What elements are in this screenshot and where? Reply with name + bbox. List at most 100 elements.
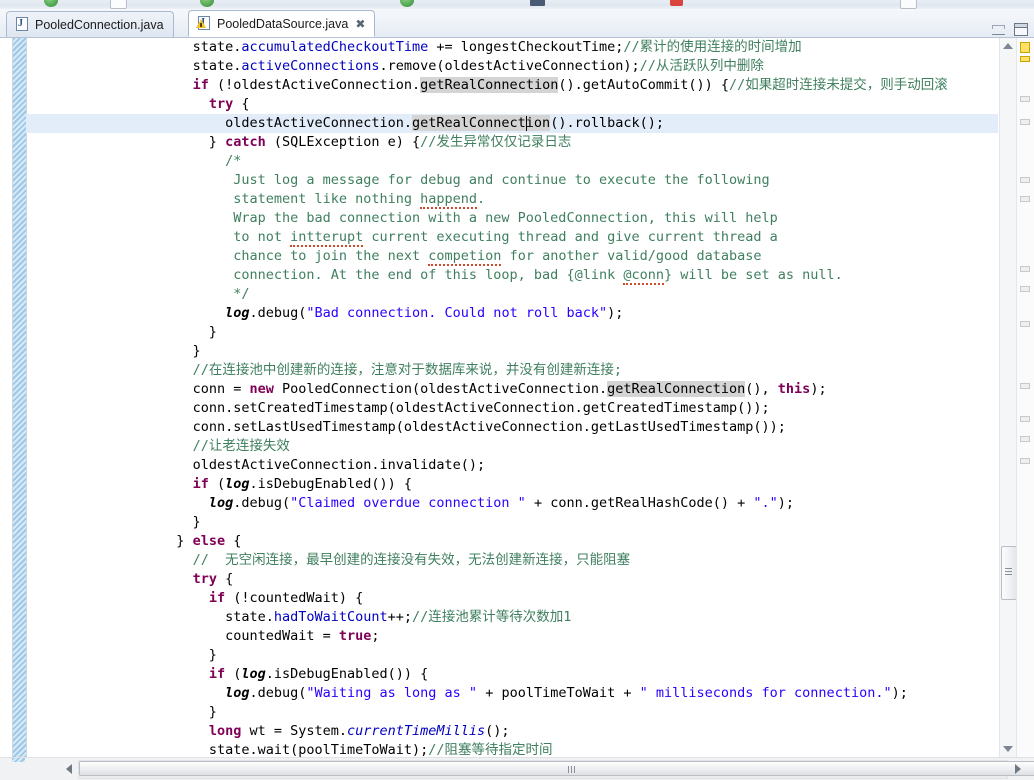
scroll-right-icon[interactable] bbox=[1015, 764, 1021, 774]
code-line[interactable]: 439 oldestActiveConnection.getRealConnec… bbox=[26, 114, 998, 133]
code-line[interactable]: 451 } bbox=[26, 342, 998, 361]
editor-gutter[interactable] bbox=[0, 38, 12, 758]
debug-icon[interactable] bbox=[200, 0, 214, 7]
run-icon[interactable] bbox=[44, 0, 58, 7]
code-line[interactable]: 462 // 无空闲连接，最早创建的连接没有失效，无法创建新连接，只能阻塞 bbox=[26, 551, 998, 570]
occurrence-marker[interactable] bbox=[1020, 177, 1030, 183]
perspective-icon[interactable] bbox=[530, 0, 545, 6]
code-line[interactable]: 445 to not intterupt current executing t… bbox=[26, 228, 998, 247]
code-line[interactable]: 455 conn.setLastUsedTimestamp(oldestActi… bbox=[26, 418, 998, 437]
overview-ruler[interactable] bbox=[1016, 38, 1034, 758]
code-line[interactable]: 459 log.debug("Claimed overdue connectio… bbox=[26, 494, 998, 513]
code-line[interactable]: 468 if (log.isDebugEnabled()) { bbox=[26, 665, 998, 684]
vertical-scrollbar[interactable] bbox=[999, 38, 1017, 758]
scroll-up-icon[interactable] bbox=[1003, 43, 1013, 49]
occurrence-marker[interactable] bbox=[1020, 119, 1030, 125]
code-token: } will be set as null. bbox=[663, 267, 843, 283]
occurrence-marker[interactable] bbox=[1020, 266, 1030, 272]
code-line[interactable]: 466 countedWait = true; bbox=[26, 627, 998, 646]
warning-marker[interactable] bbox=[1020, 42, 1030, 53]
tab-pooled-data-source[interactable]: J PooledDataSource.java ✖ bbox=[188, 10, 376, 37]
line-content: } catch (SQLException e) {//发生异常仅仅记录日志 bbox=[26, 133, 572, 152]
code-token: if bbox=[208, 666, 226, 682]
code-line[interactable]: 446 chance to join the next competion fo… bbox=[26, 247, 998, 266]
toolbar-strip bbox=[0, 0, 1034, 9]
occurrence-marker[interactable] bbox=[1020, 436, 1030, 442]
code-line[interactable]: 471 long wt = System.currentTimeMillis()… bbox=[26, 722, 998, 741]
minimize-icon[interactable] bbox=[992, 24, 1005, 35]
vertical-scroll-thumb[interactable] bbox=[1001, 546, 1017, 600]
code-token: { bbox=[233, 96, 250, 112]
occurrence-marker[interactable] bbox=[1020, 416, 1030, 422]
tab-pooled-connection[interactable]: J PooledConnection.java bbox=[6, 11, 174, 37]
code-line[interactable]: 450 } bbox=[26, 323, 998, 342]
code-line[interactable]: 438 try { bbox=[26, 95, 998, 114]
code-line[interactable]: 435 state.accumulatedCheckoutTime += lon… bbox=[26, 38, 998, 57]
code-line[interactable]: 440 } catch (SQLException e) {//发生异常仅仅记录… bbox=[26, 133, 998, 152]
terminate-icon[interactable] bbox=[670, 0, 683, 6]
horizontal-scroll-thumb[interactable] bbox=[79, 761, 1034, 776]
code-line[interactable]: 449 log.debug("Bad connection. Could not… bbox=[26, 304, 998, 323]
scroll-down-icon[interactable] bbox=[1003, 746, 1013, 752]
scroll-left-icon[interactable] bbox=[66, 764, 72, 774]
line-content: } bbox=[26, 513, 201, 532]
code-line[interactable]: 472 state.wait(poolTimeToWait);//阻塞等待指定时… bbox=[26, 741, 998, 758]
code-line[interactable]: 463 try { bbox=[26, 570, 998, 589]
code-line[interactable]: 467 } bbox=[26, 646, 998, 665]
code-token: conn.setCreatedTimestamp(oldestActiveCon… bbox=[192, 400, 770, 416]
line-content: /* bbox=[26, 152, 241, 171]
occurrence-marker[interactable] bbox=[1020, 286, 1030, 292]
warning-marker[interactable] bbox=[1020, 56, 1030, 62]
code-token: poolTimeToWait bbox=[298, 742, 413, 758]
code-line[interactable]: 464 if (!countedWait) { bbox=[26, 589, 998, 608]
code-line[interactable]: 453 conn = new PooledConnection(oldestAc… bbox=[26, 380, 998, 399]
external-tools-icon[interactable] bbox=[900, 0, 917, 9]
code-line[interactable]: 444 Wrap the bad connection with a new P… bbox=[26, 209, 998, 228]
code-token: + conn.getRealHashCode() + bbox=[525, 495, 754, 511]
java-file-warning-icon: J bbox=[196, 16, 211, 31]
code-line[interactable]: 448 */ bbox=[26, 285, 998, 304]
code-token: ; bbox=[371, 628, 380, 644]
code-line[interactable]: 447 connection. At the end of this loop,… bbox=[26, 266, 998, 285]
code-line[interactable]: 437 if (!oldestActiveConnection.getRealC… bbox=[26, 76, 998, 95]
code-token: log bbox=[241, 666, 266, 682]
code-line[interactable]: 443 statement like nothing happend. bbox=[26, 190, 998, 209]
code-token: } bbox=[30, 343, 201, 359]
coverage-icon[interactable] bbox=[400, 0, 414, 7]
code-line[interactable]: 454 conn.setCreatedTimestamp(oldestActiv… bbox=[26, 399, 998, 418]
code-lines[interactable]: 435 state.accumulatedCheckoutTime += lon… bbox=[26, 38, 998, 758]
close-icon[interactable]: ✖ bbox=[355, 18, 365, 30]
code-line[interactable]: 469 log.debug("Waiting as long as " + po… bbox=[26, 684, 998, 703]
occurrence-marker[interactable] bbox=[1020, 196, 1030, 202]
code-line[interactable]: 465 state.hadToWaitCount++;//连接池累计等待次数加1 bbox=[26, 608, 998, 627]
horizontal-scroll-track[interactable] bbox=[78, 760, 1034, 779]
maximize-icon[interactable] bbox=[1014, 23, 1028, 36]
code-line[interactable]: 470 } bbox=[26, 703, 998, 722]
line-content: statement like nothing happend. bbox=[26, 190, 485, 209]
code-editor[interactable]: 435 state.accumulatedCheckoutTime += lon… bbox=[0, 38, 1034, 758]
occurrence-marker[interactable] bbox=[1020, 458, 1030, 464]
code-line[interactable]: 457 oldestActiveConnection.invalidate(); bbox=[26, 456, 998, 475]
code-line[interactable]: 456 //让老连接失效 bbox=[26, 437, 998, 456]
code-line[interactable]: 441 /* bbox=[26, 152, 998, 171]
code-token: "Claimed overdue connection " bbox=[290, 495, 526, 511]
horizontal-scrollbar[interactable] bbox=[0, 757, 1034, 780]
code-token: intterupt bbox=[290, 229, 364, 247]
code-token: getRealConnection bbox=[607, 381, 746, 397]
code-line[interactable]: 458 if (log.isDebugEnabled()) { bbox=[26, 475, 998, 494]
console-icon[interactable] bbox=[110, 0, 127, 9]
code-token: log bbox=[208, 495, 234, 511]
code-line[interactable]: 461 } else { bbox=[26, 532, 998, 551]
code-line[interactable]: 452 //在连接池中创建新的连接，注意对于数据库来说，并没有创建新连接; bbox=[26, 361, 998, 380]
occurrence-marker[interactable] bbox=[1020, 383, 1030, 389]
occurrence-marker[interactable] bbox=[1020, 321, 1030, 327]
code-line[interactable]: 442 Just log a message for debug and con… bbox=[26, 171, 998, 190]
occurrence-marker[interactable] bbox=[1020, 96, 1030, 102]
code-line[interactable]: 436 state.activeConnections.remove(oldes… bbox=[26, 57, 998, 76]
line-content: log.debug("Claimed overdue connection " … bbox=[26, 494, 794, 513]
code-token: current executing thread and give curren… bbox=[363, 229, 778, 245]
code-line[interactable]: 460 } bbox=[26, 513, 998, 532]
